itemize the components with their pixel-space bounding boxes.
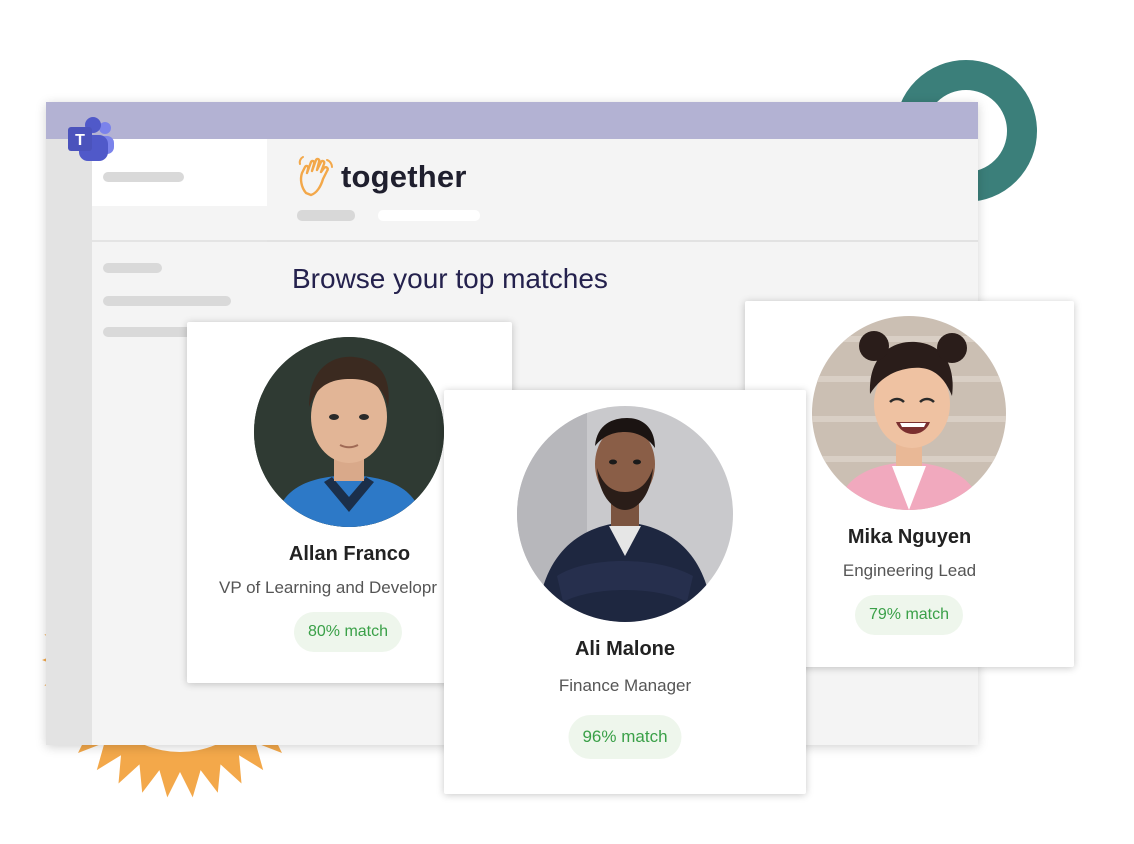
sidebar-item-placeholder[interactable] [103, 296, 231, 306]
avatar [254, 337, 444, 527]
profile-card-ali-malone[interactable]: Ali Malone Finance Manager 96% match [444, 390, 806, 794]
person-navy-sweater-avatar [517, 406, 733, 622]
window-titlebar [46, 102, 978, 139]
avatar [517, 406, 733, 622]
sidebar-item-placeholder[interactable] [103, 263, 162, 273]
sidebar-placeholder-line [103, 172, 184, 182]
person-blue-jacket-avatar [254, 337, 444, 527]
profile-name: Ali Malone [574, 638, 675, 660]
brand-logo: together [297, 155, 467, 199]
sidebar-divider [92, 240, 267, 242]
match-badge: 79% match [854, 595, 964, 635]
app-header: together [267, 139, 978, 242]
profile-role: Finance Manager [558, 676, 692, 695]
match-badge: 80% match [293, 612, 403, 652]
app-rail [46, 139, 92, 745]
avatar [812, 316, 1006, 510]
svg-text:T: T [75, 132, 85, 149]
header-tab-placeholder[interactable] [297, 210, 355, 221]
sidebar-header [92, 139, 267, 206]
match-badge: 96% match [568, 715, 682, 759]
teams-icon[interactable]: T [66, 116, 116, 164]
person-pink-blazer-avatar [812, 316, 1006, 510]
illustration-stage: together Browse your top matches T Allan… [0, 0, 1134, 844]
sidebar-item-placeholder[interactable] [103, 327, 198, 337]
profile-role: VP of Learning and Developr [219, 578, 438, 597]
header-tab-placeholder[interactable] [378, 210, 480, 221]
page-title: Browse your top matches [292, 263, 608, 294]
brand-name: together [341, 159, 467, 194]
waving-hand-icon [298, 156, 333, 197]
